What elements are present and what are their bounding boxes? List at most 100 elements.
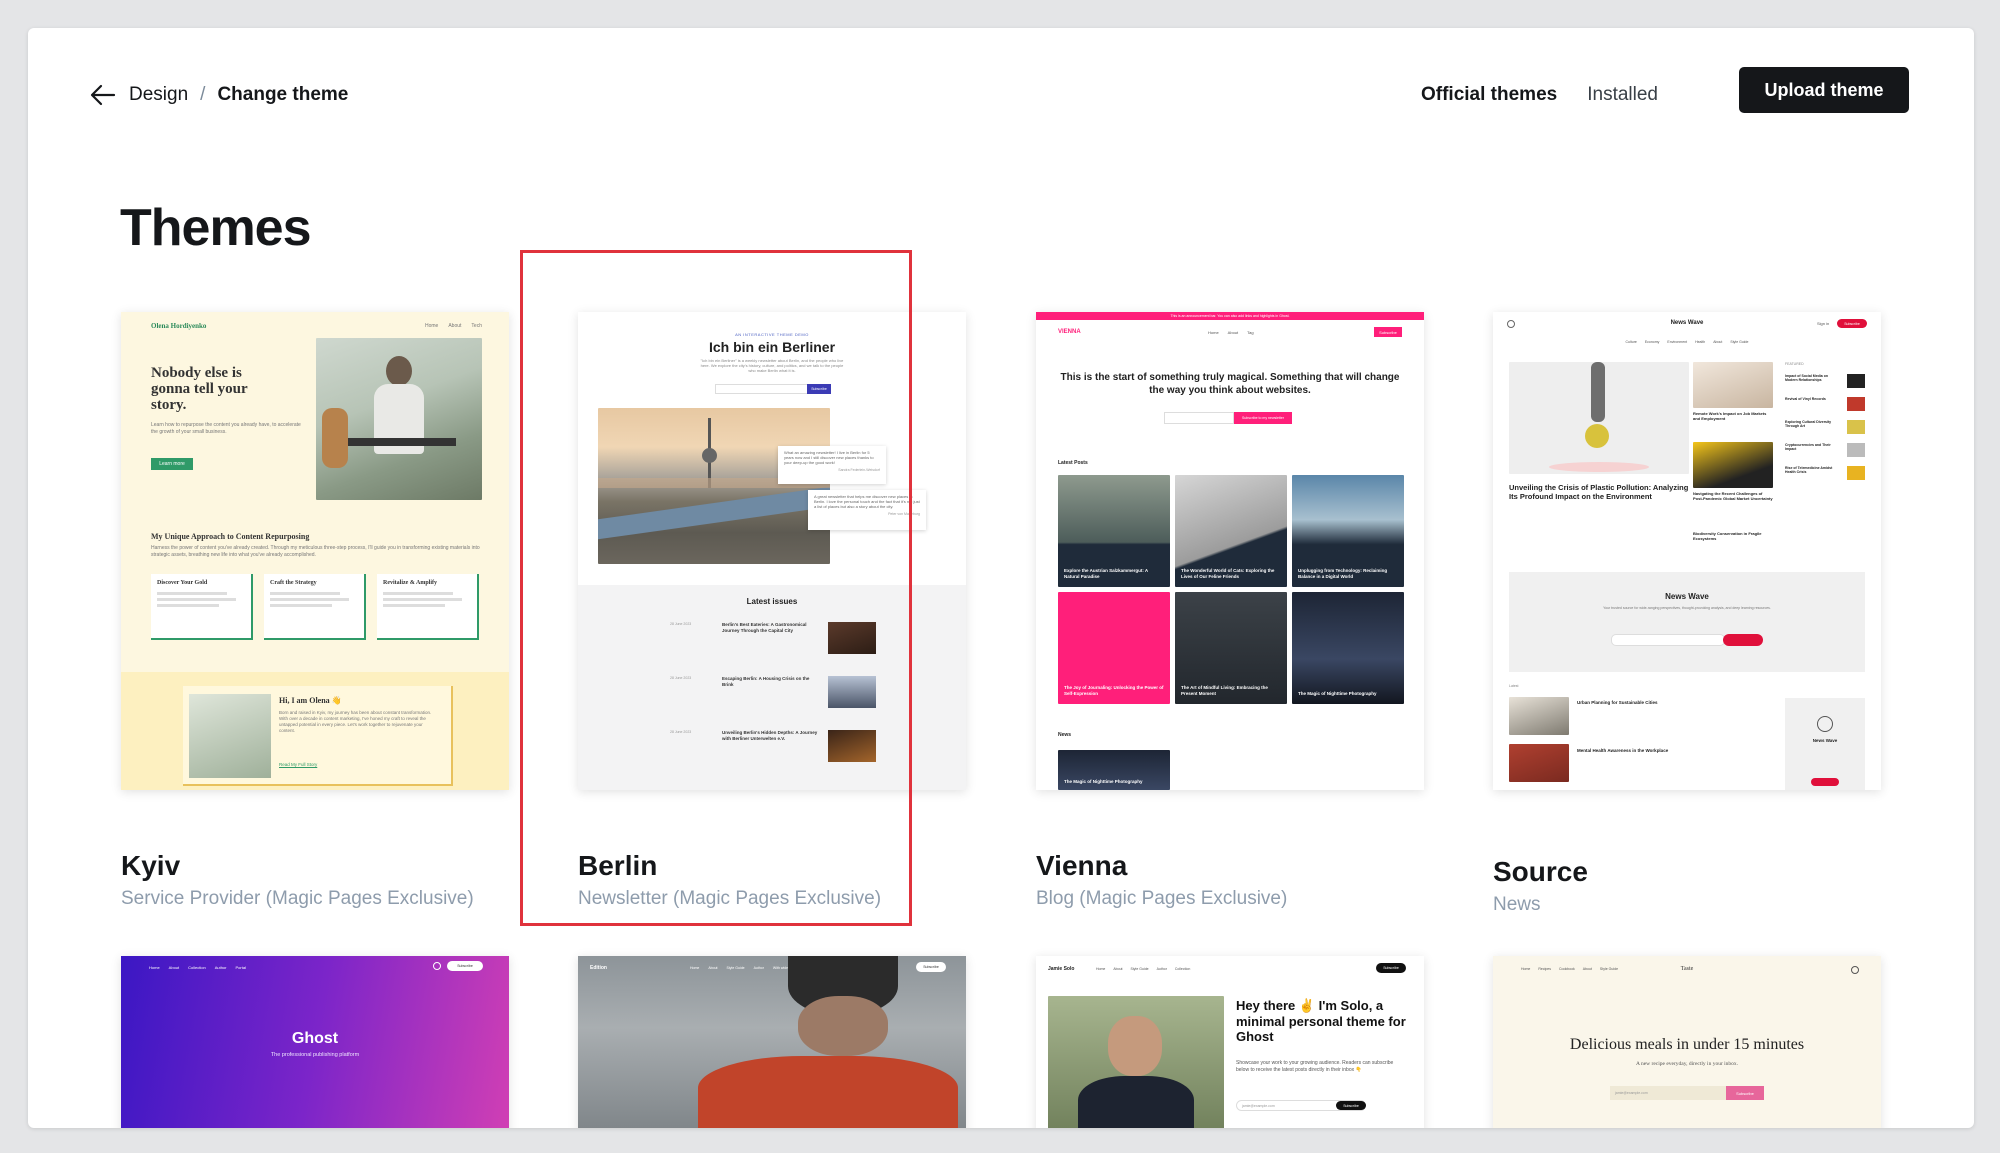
theme-preview-berlin[interactable]: AN INTERACTIVE THEME DEMO Ich bin ein Be… (578, 312, 966, 790)
preview-learn-more-button: Learn more (151, 458, 193, 470)
theme-preview-vienna[interactable]: This is an announcement bar. You can als… (1036, 312, 1424, 790)
theme-category: News (1493, 894, 1541, 915)
preview-search-icon (1851, 966, 1859, 974)
preview-post-tile: Explore the Austrian Salzkammergut: A Na… (1058, 475, 1170, 587)
preview-step-title: Discover Your Gold (157, 580, 208, 586)
preview-nav-item: About (168, 965, 180, 970)
preview-brand: Edition (590, 965, 607, 971)
preview-side-item: Rise of Telemedicine Amidst Health Crisi… (1785, 466, 1833, 474)
preview-feature-image (1509, 362, 1689, 474)
preview-brand: Taste (1680, 966, 1694, 972)
preview-issue-date: 28 June 2023 (670, 730, 692, 734)
preview-step-card: Craft the Strategy (264, 574, 366, 640)
preview-subscribe-button: Subscribe (807, 384, 831, 394)
preview-bio-title: Hi, I am Olena 👋 (279, 696, 342, 705)
preview-side-item: Exploring Cultural Diversity Through Art (1785, 420, 1832, 428)
theme-name: Source (1493, 856, 1588, 887)
preview-quote-author: Sandra Federlein-Weisdorf (838, 467, 880, 472)
preview-nav-item: Home (1208, 330, 1219, 335)
preview-nav-item: Home (690, 966, 700, 970)
preview-sub: "Ich bin ein Berliner" is a weekly newsl… (700, 358, 844, 374)
preview-side-list: Impact of Social Media on Modern Relatio… (1785, 374, 1865, 489)
preview-nav-item: Tech (471, 323, 482, 329)
preview-nav-item: Author (753, 966, 764, 970)
back-arrow-icon[interactable] (88, 80, 118, 110)
preview-thumb (1693, 442, 1773, 488)
preview-nav-item: Home (425, 323, 439, 329)
theme-preview-source[interactable]: News Wave Sign in Subscribe Culture Econ… (1493, 312, 1881, 790)
preview-sub: A new recipe everyday, directly in your … (1635, 1061, 1739, 1067)
preview-side-box: News Wave (1785, 698, 1865, 790)
theme-preview-kyiv[interactable]: Olena Hordiyenko Home About Tech Nobody … (121, 312, 509, 790)
preview-nav-item: Style Guide (1130, 967, 1149, 971)
preview-post-title: Unplugging from Technology: Reclaiming B… (1298, 568, 1388, 579)
preview-email-input (715, 384, 809, 394)
preview-post-tile: The Wonderful World of Cats: Exploring t… (1175, 475, 1287, 587)
theme-name: Kyiv (121, 850, 181, 881)
preview-subscribe-button: Subscribe (916, 962, 946, 972)
preview-person-jacket (698, 1056, 958, 1128)
preview-newsletter-box: News Wave Your trusted source for wide-r… (1509, 572, 1865, 672)
preview-cta-button: Subscribe to my newsletter (1234, 412, 1292, 424)
preview-feature-title: Unveiling the Crisis of Plastic Pollutio… (1509, 483, 1689, 501)
preview-mid-title: Navigating the Recent Challenges of Post… (1693, 491, 1773, 501)
preview-email-input (1164, 412, 1234, 424)
preview-nav-item: Tag (1247, 330, 1254, 335)
preview-brand: VIENNA (1058, 329, 1081, 335)
preview-subscribe-button: Subscribe (1376, 963, 1406, 973)
preview-person-face (798, 996, 888, 1056)
preview-side-item: Cryptocurrencies and Their Impact (1785, 443, 1831, 451)
theme-category: Service Provider (Magic Pages Exclusive) (121, 888, 474, 909)
preview-side-item: Revival of Vinyl Records (1785, 397, 1826, 401)
preview-post-title: The Art of Mindful Living: Embracing the… (1181, 685, 1268, 696)
theme-preview-taste[interactable]: Home Recipes Cookbook About Style Guide … (1493, 956, 1881, 1128)
preview-step-title: Craft the Strategy (270, 580, 317, 586)
theme-preview-edition[interactable]: Edition Home About Style Guide Author Wi… (578, 956, 966, 1128)
tab-official-themes[interactable]: Official themes (1421, 84, 1557, 106)
preview-issue-title: Berlin's Best Eateries: A Gastronomical … (722, 622, 807, 633)
preview-issue-title: Escaping Berlin: A Housing Crisis on the… (722, 676, 810, 687)
preview-nav-item: About (448, 323, 462, 329)
preview-latest-heading: Latest issues (746, 597, 798, 606)
preview-nav-item: Economy (1644, 340, 1660, 344)
preview-hero-title: Nobody else is gonna tell your story. (151, 365, 248, 413)
theme-preview-solo[interactable]: Jamie Solo Home About Style Guide Author… (1036, 956, 1424, 1128)
preview-nav-item: About (1713, 340, 1723, 344)
preview-post-title: Explore the Austrian Salzkammergut: A Na… (1064, 568, 1149, 579)
preview-post-title: The Joy of Journaling: Unlocking the Pow… (1064, 685, 1164, 696)
preview-post-tile: The Joy of Journaling: Unlocking the Pow… (1058, 592, 1170, 704)
preview-announcement-bar: This is an announcement bar. You can als… (1036, 312, 1424, 320)
preview-nav-item: Home (1096, 967, 1106, 971)
preview-testimonial-card: What an amazing newsletter! I live in Be… (778, 446, 886, 484)
change-theme-window: Design / Change theme Official themes In… (28, 28, 1974, 1128)
breadcrumb-design-link[interactable]: Design (129, 84, 188, 106)
preview-quote-text: A great newsletter that helps me discove… (814, 494, 920, 510)
theme-preview-ghost[interactable]: Home About Collection Author Portal Subs… (121, 956, 509, 1128)
theme-category: Blog (Magic Pages Exclusive) (1036, 888, 1288, 909)
tab-installed[interactable]: Installed (1587, 84, 1658, 106)
preview-brand: Jamie Solo (1048, 966, 1075, 972)
upload-theme-button[interactable]: Upload theme (1739, 67, 1909, 113)
preview-section-title: My Unique Approach to Content Repurposin… (151, 532, 310, 541)
preview-title: Ich bin ein Berliner (708, 339, 836, 355)
preview-sub: Showcase your work to your growing audie… (1236, 1060, 1394, 1073)
preview-nav-item: Style Guide (726, 966, 745, 970)
preview-search-icon (433, 962, 441, 970)
preview-nav-item: Style Guide (1730, 340, 1749, 344)
preview-post-tile: Unplugging from Technology: Reclaiming B… (1292, 475, 1404, 587)
preview-portrait-image (1048, 996, 1224, 1128)
preview-bio-link: Read My Full Story (279, 762, 318, 767)
preview-box-sub: Your trusted source for wide-ranging per… (1603, 606, 1771, 610)
breadcrumb-current: Change theme (217, 84, 349, 105)
preview-brand: Olena Hordiyenko (151, 322, 207, 330)
preview-bio-text: Born and raised in Kyiv, my journey has … (279, 710, 432, 734)
preview-nav-item: Author (214, 965, 227, 970)
theme-category: Newsletter (Magic Pages Exclusive) (578, 888, 882, 909)
preview-email-input: jamie@example.com (1610, 1086, 1726, 1100)
preview-news-tile: The Magic of Nighttime Photography (1058, 750, 1170, 790)
preview-step-card: Revitalize & Amplify (377, 574, 479, 640)
preview-bio-card: Hi, I am Olena 👋 Born and raised in Kyiv… (183, 686, 453, 786)
preview-mid-title: Biodiversity Conservation in Fragile Eco… (1693, 531, 1762, 541)
preview-hero-sub: Learn how to repurpose the content you a… (151, 422, 301, 435)
preview-subscribe-button: Subscribe (1374, 327, 1402, 337)
